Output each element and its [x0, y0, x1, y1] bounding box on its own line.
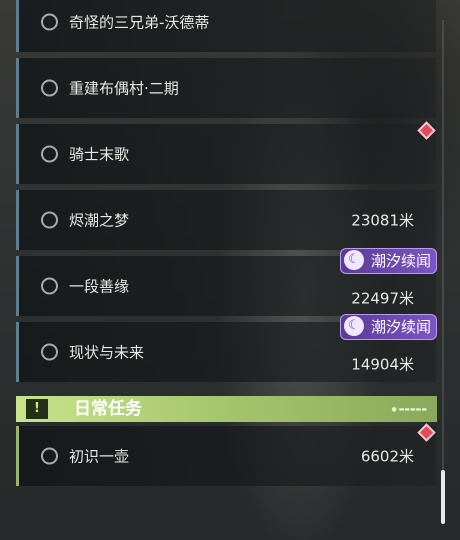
- decorative-dots-icon: ● ▬▬▬▬▬: [391, 406, 428, 413]
- quest-distance: 22497米: [351, 289, 414, 308]
- scrollbar-track[interactable]: [442, 20, 444, 520]
- exclamation-icon: !: [26, 399, 48, 419]
- quest-tag-label: 潮汐续闻: [370, 252, 431, 270]
- quest-item[interactable]: 重建布偶村·二期: [16, 58, 436, 118]
- quest-status-icon: [41, 79, 58, 97]
- quest-name: 骑士末歌: [69, 145, 130, 164]
- quest-distance: 23081米: [351, 211, 414, 230]
- quest-item[interactable]: 奇怪的三兄弟-沃德蒂: [16, 0, 436, 52]
- quest-name: 烬潮之梦: [69, 211, 130, 230]
- quest-name: 重建布偶村·二期: [69, 79, 179, 98]
- tide-icon: ☾: [343, 316, 364, 336]
- quest-status-icon: [41, 145, 58, 163]
- quest-item[interactable]: 骑士末歌: [16, 121, 436, 184]
- quest-item[interactable]: 烬潮之梦 23081米: [16, 190, 436, 250]
- quest-tag-badge: ☾ 潮汐续闻: [339, 248, 437, 274]
- quest-tag-label: 潮汐续闻: [370, 318, 431, 336]
- quest-distance: 6602米: [360, 447, 414, 466]
- quest-distance: 14904米: [351, 355, 414, 374]
- quest-name: 奇怪的三兄弟-沃德蒂: [69, 13, 210, 32]
- quest-name: 一段善缘: [69, 277, 130, 296]
- section-title: 日常任务: [74, 399, 142, 419]
- quest-name: 初识一壶: [69, 447, 130, 466]
- quest-tag-badge: ☾ 潮汐续闻: [339, 314, 437, 340]
- map-marker-icon: [417, 121, 436, 140]
- daily-quest-section-header[interactable]: ! 日常任务 ● ▬▬▬▬▬: [16, 396, 437, 422]
- quest-item[interactable]: 初识一壶 6602米: [16, 423, 436, 486]
- quest-status-icon: [41, 343, 58, 361]
- quest-name: 现状与未来: [69, 343, 145, 362]
- quest-item[interactable]: ☾ 潮汐续闻 一段善缘 22497米: [16, 248, 437, 316]
- quest-item[interactable]: ☾ 潮汐续闻 现状与未来 14904米: [16, 314, 437, 382]
- tide-icon: ☾: [343, 250, 364, 270]
- quest-status-icon: [41, 211, 58, 229]
- quest-status-icon: [41, 13, 58, 31]
- scrollbar-thumb[interactable]: [441, 470, 445, 524]
- quest-status-icon: [41, 277, 58, 295]
- quest-status-icon: [41, 447, 58, 465]
- map-marker-icon: [417, 423, 436, 442]
